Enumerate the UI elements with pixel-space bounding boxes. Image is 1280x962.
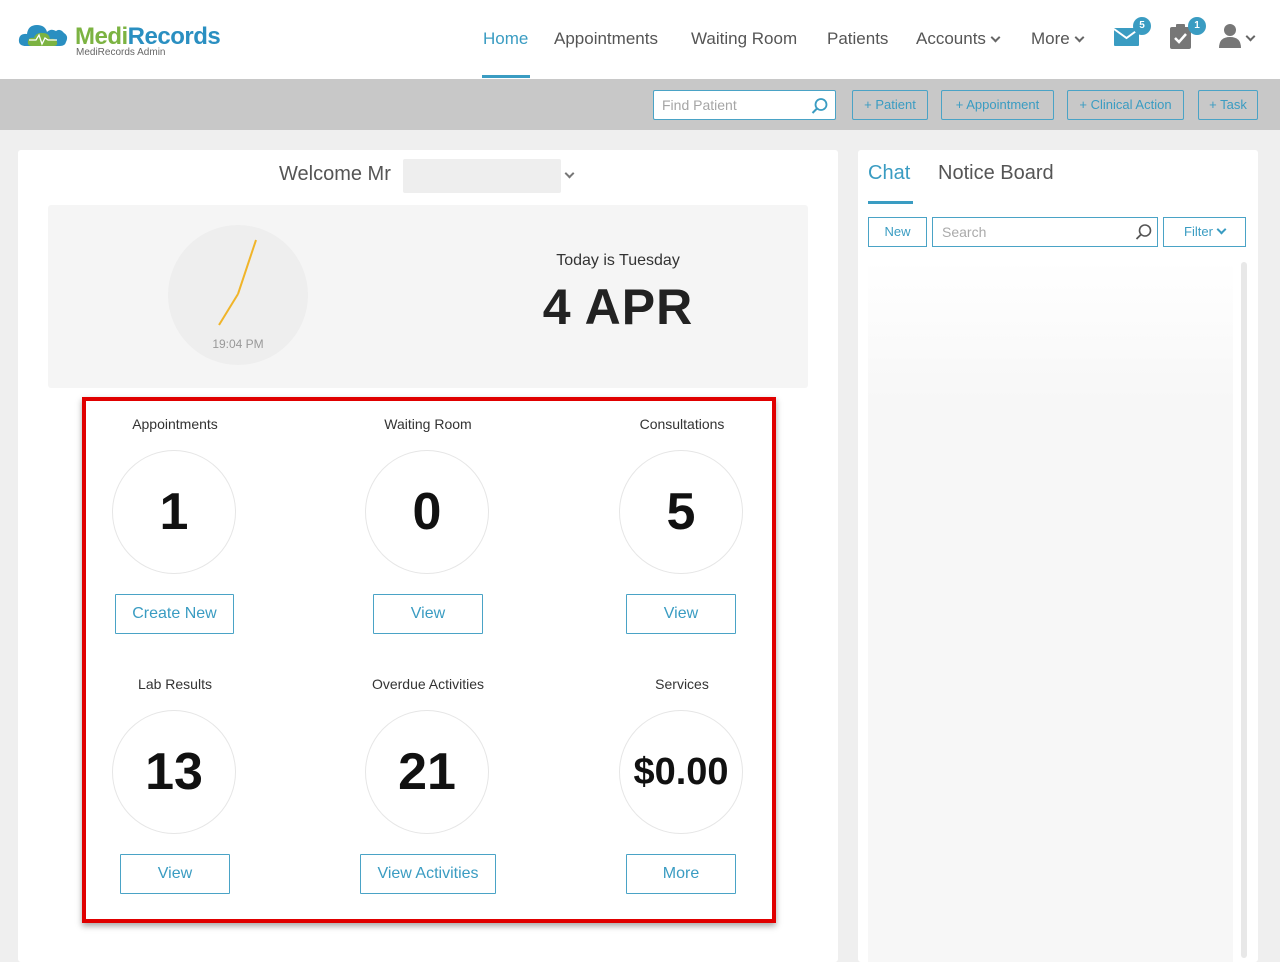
nav-accounts-label: Accounts <box>916 29 986 48</box>
chat-message-list <box>868 260 1233 962</box>
nav-more-label: More <box>1031 29 1070 48</box>
nav-home[interactable]: Home <box>483 29 528 49</box>
today-label: Today is Tuesday <box>556 252 680 269</box>
stat-label-overdue-activities: Overdue Activities <box>371 676 485 692</box>
messages-badge: 5 <box>1133 17 1151 35</box>
brand-name-part1: Medi <box>75 23 128 50</box>
nav-waiting-room[interactable]: Waiting Room <box>691 29 797 49</box>
today-date: 4 APR <box>542 279 694 335</box>
search-icon[interactable] <box>811 97 829 115</box>
tasks-badge: 1 <box>1188 17 1206 35</box>
more-services-button[interactable]: More <box>626 854 736 894</box>
nav-accounts[interactable]: Accounts <box>916 29 1001 49</box>
tasks-button[interactable]: 1 <box>1168 17 1206 52</box>
messages-button[interactable]: 5 <box>1113 17 1151 52</box>
redacted-user-name <box>403 159 561 193</box>
chat-search-field[interactable] <box>932 217 1158 247</box>
stat-label-waiting-room: Waiting Room <box>384 416 472 432</box>
stat-value-lab-results: 13 <box>112 710 236 834</box>
new-chat-button[interactable]: New <box>868 217 927 247</box>
cloud-logo-icon <box>18 25 68 46</box>
welcome-greeting: Welcome Mr <box>279 163 391 185</box>
chat-filter-button[interactable]: Filter <box>1163 217 1246 247</box>
clock-time: 19:04 PM <box>212 337 264 351</box>
view-waiting-room-button[interactable]: View <box>373 594 483 634</box>
create-new-appointment-button[interactable]: Create New <box>115 594 234 634</box>
add-patient-button[interactable]: + Patient <box>852 90 928 120</box>
nav-patients[interactable]: Patients <box>827 29 888 49</box>
chat-filter-label: Filter <box>1184 224 1213 239</box>
stat-value-consultations: 5 <box>619 450 743 574</box>
stat-label-appointments: Appointments <box>132 416 218 432</box>
brand-subtitle: MediRecords Admin <box>76 47 166 58</box>
search-icon[interactable] <box>1135 223 1153 241</box>
user-menu-button[interactable] <box>1219 22 1261 52</box>
brand-name-part2: Records <box>127 23 221 50</box>
chat-scrollbar[interactable] <box>1241 262 1247 958</box>
chevron-down-icon <box>1216 224 1227 235</box>
view-lab-results-button[interactable]: View <box>120 854 230 894</box>
nav-active-indicator <box>482 75 530 78</box>
stat-value-services: $0.00 <box>619 710 743 834</box>
view-activities-button[interactable]: View Activities <box>360 854 496 894</box>
chevron-down-icon <box>990 32 1001 43</box>
tab-active-indicator <box>868 201 913 204</box>
chat-search-input[interactable] <box>933 218 1123 246</box>
user-icon <box>1219 24 1241 48</box>
app-logo[interactable]: MediRecords MediRecords Admin <box>18 18 238 63</box>
nav-appointments[interactable]: Appointments <box>554 29 658 49</box>
chevron-down-icon <box>1074 32 1085 43</box>
stat-value-appointments: 1 <box>112 450 236 574</box>
view-consultations-button[interactable]: View <box>626 594 736 634</box>
add-clinical-action-button[interactable]: + Clinical Action <box>1067 90 1184 120</box>
find-patient-input[interactable] <box>654 91 804 119</box>
stat-label-lab-results: Lab Results <box>138 676 212 692</box>
top-header: MediRecords MediRecords Admin Home Appoi… <box>0 0 1280 79</box>
nav-more[interactable]: More <box>1031 29 1085 49</box>
add-appointment-button[interactable]: + Appointment <box>941 90 1054 120</box>
stat-label-consultations: Consultations <box>639 416 725 432</box>
add-task-button[interactable]: + Task <box>1198 90 1258 120</box>
tab-chat[interactable]: Chat <box>868 162 910 185</box>
find-patient-field[interactable] <box>653 90 836 120</box>
stat-label-services: Services <box>655 676 709 692</box>
chevron-down-icon <box>1245 31 1256 42</box>
action-toolbar: + Patient + Appointment + Clinical Actio… <box>0 79 1280 130</box>
stat-value-overdue-activities: 21 <box>365 710 489 834</box>
tab-notice-board[interactable]: Notice Board <box>938 162 1054 185</box>
stat-value-waiting-room: 0 <box>365 450 489 574</box>
